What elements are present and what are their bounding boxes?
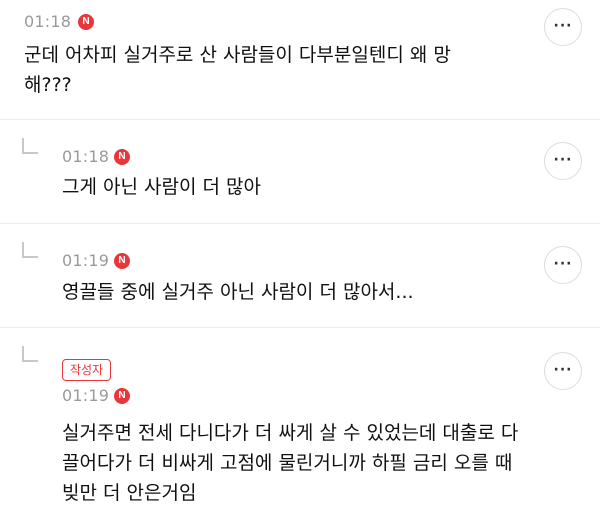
comment-item: 01:18 N 군데 어차피 실거주로 산 사람들이 다부분일텐디 왜 망 해?…: [0, 0, 600, 120]
more-options-button[interactable]: ···: [544, 246, 582, 284]
new-badge-icon: N: [78, 14, 94, 30]
more-dots-icon: ···: [553, 256, 573, 272]
more-options-button[interactable]: ···: [544, 142, 582, 180]
reply-item: 작성자 01:19 N 실거주면 전세 다니다가 더 싸게 살 수 있었는데 대…: [0, 328, 600, 530]
comment-text-line: 그게 아닌 사람이 더 많아: [62, 176, 261, 198]
comment-text-line: 실거주면 전세 다니다가 더 싸게 살 수 있었는데 대출로 다: [62, 422, 519, 444]
author-badge: 작성자: [62, 359, 112, 381]
comment-text-line: 해???: [24, 74, 72, 96]
comment-text: 그게 아닌 사람이 더 많아: [62, 172, 261, 202]
new-badge-icon: N: [114, 388, 130, 404]
more-dots-icon: ···: [553, 152, 573, 168]
more-options-button[interactable]: ···: [544, 8, 582, 46]
comment-text-line: 빚만 더 안은거임: [62, 482, 197, 504]
comment-text-line: 끌어다가 더 비싸게 고점에 물린거니까 하필 금리 오를 때: [62, 452, 513, 474]
comment-text: 군데 어차피 실거주로 산 사람들이 다부분일텐디 왜 망 해???: [24, 40, 451, 100]
comment-text-line: 영끌들 중에 실거주 아닌 사람이 더 많아서...: [62, 281, 414, 303]
comment-time: 01:18: [24, 12, 72, 31]
comment-time: 01:19: [62, 251, 110, 270]
comment-text: 실거주면 전세 다니다가 더 싸게 살 수 있었는데 대출로 다 끌어다가 더 …: [62, 418, 518, 508]
new-badge-icon: N: [114, 253, 130, 269]
comment-text-line: 군데 어차피 실거주로 산 사람들이 다부분일텐디 왜 망: [24, 44, 451, 66]
new-badge-icon: N: [114, 149, 130, 165]
comment-time: 01:19: [62, 386, 110, 405]
reply-item: 01:18 N 그게 아닌 사람이 더 많아 ···: [0, 120, 600, 224]
more-dots-icon: ···: [553, 18, 573, 34]
comment-time: 01:18: [62, 147, 110, 166]
reply-item: 01:19 N 영끌들 중에 실거주 아닌 사람이 더 많아서... ···: [0, 224, 600, 328]
reply-arrow-icon: [22, 346, 38, 362]
reply-arrow-icon: [22, 138, 38, 154]
reply-arrow-icon: [22, 242, 38, 258]
more-dots-icon: ···: [553, 362, 573, 378]
comment-text: 영끌들 중에 실거주 아닌 사람이 더 많아서...: [62, 277, 414, 307]
more-options-button[interactable]: ···: [544, 352, 582, 390]
